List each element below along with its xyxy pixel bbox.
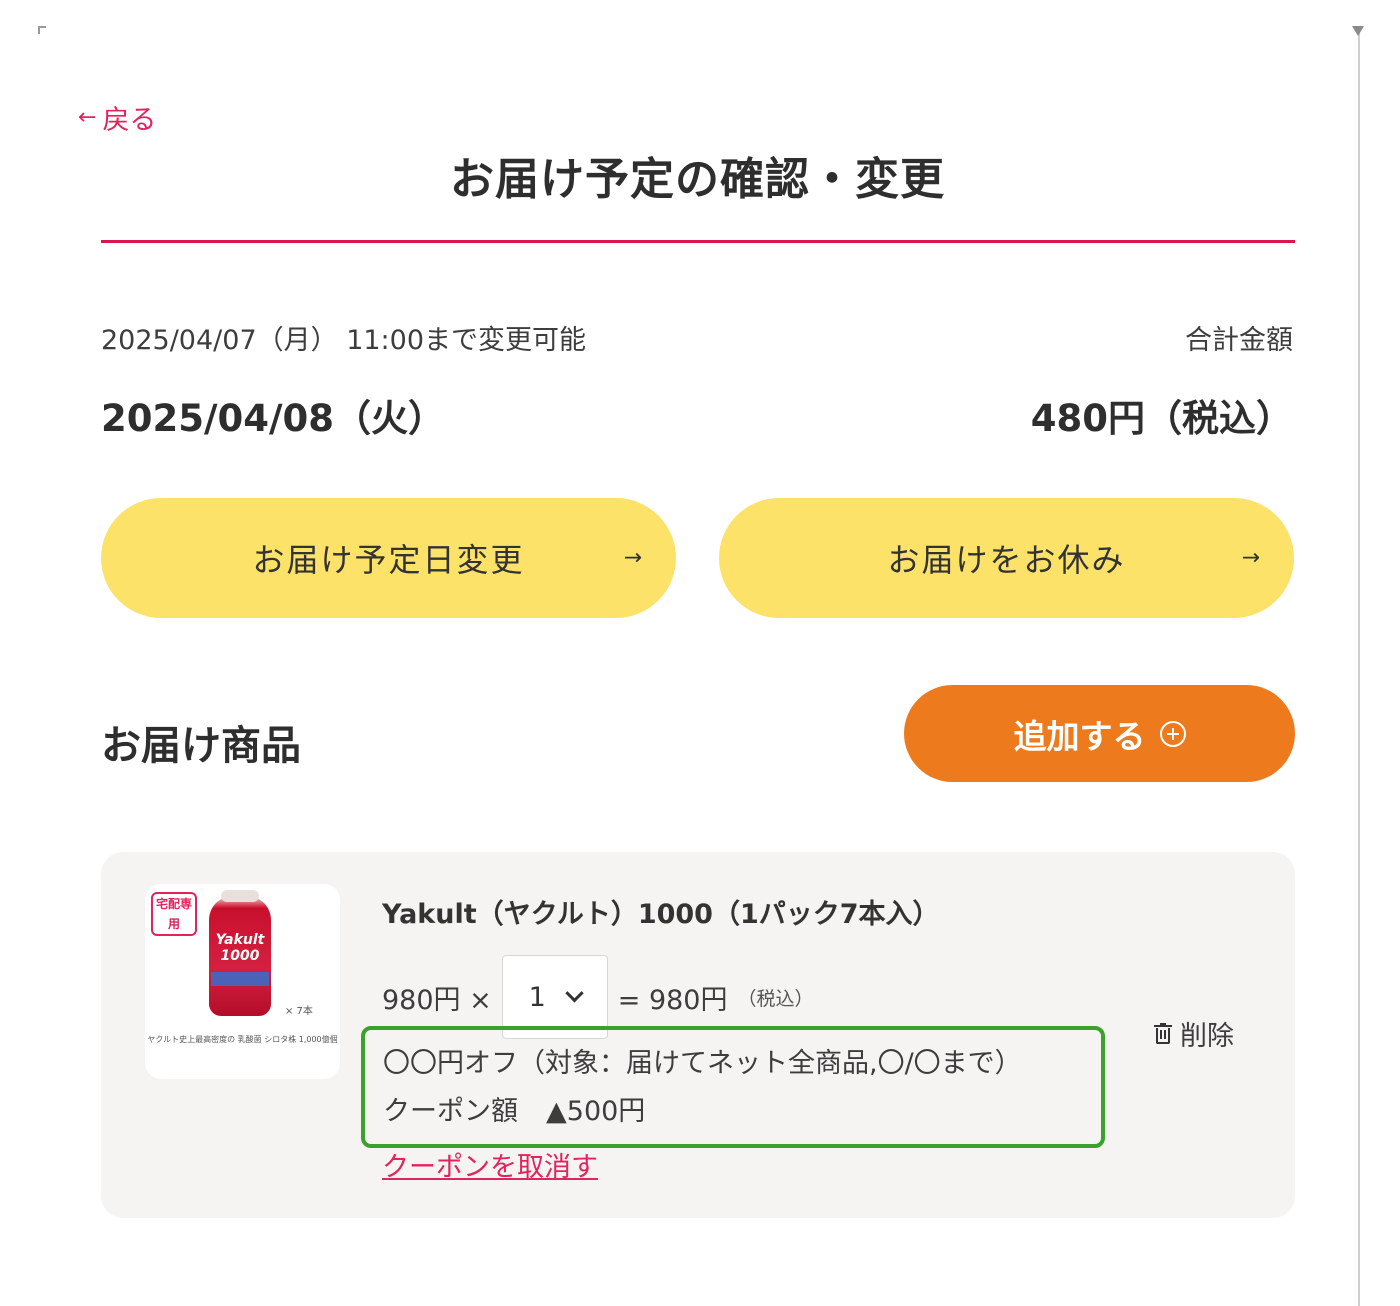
unit-price: 980円 × bbox=[382, 984, 492, 1016]
skip-delivery-label: お届けをお休み bbox=[887, 541, 1126, 579]
back-arrow-icon: ← bbox=[78, 104, 97, 130]
product-name: Yakult（ヤクルト）1000（1パック7本入） bbox=[382, 899, 940, 930]
add-product-button[interactable]: 追加する bbox=[904, 685, 1295, 782]
coupon-amount: ▲500円 bbox=[546, 1096, 646, 1127]
coupon-amount-row: クーポン額 ▲500円 bbox=[383, 1088, 1101, 1136]
change-delivery-date-label: お届け予定日変更 bbox=[252, 541, 525, 579]
coupon-info-box: 〇〇円オフ（対象：届けてネット全商品,〇/〇まで） クーポン額 ▲500円 bbox=[361, 1026, 1105, 1148]
bottle-label: Yakult 1000 bbox=[215, 932, 265, 964]
add-product-label: 追加する bbox=[1013, 716, 1146, 756]
page: ← 戻る お届け予定の確認・変更 2025/04/07（月） 11:00まで変更… bbox=[0, 0, 1400, 1306]
arrow-right-icon: → bbox=[1241, 545, 1260, 571]
delete-button[interactable]: 削除 bbox=[1154, 1014, 1234, 1053]
total-label: 合計金額 bbox=[1185, 325, 1293, 356]
page-title: お届け予定の確認・変更 bbox=[450, 154, 945, 205]
coupon-amount-label: クーポン額 bbox=[383, 1096, 518, 1127]
scrollbar-track[interactable] bbox=[1358, 30, 1360, 1306]
quantity-value: 1 bbox=[528, 981, 546, 1013]
plus-circle-icon bbox=[1159, 720, 1186, 747]
delivery-only-badge: 宅配専用 bbox=[151, 892, 197, 936]
chevron-down-icon bbox=[565, 983, 584, 1002]
pack-count-note: × 7本 bbox=[285, 1006, 313, 1017]
products-section-title: お届け商品 bbox=[101, 723, 301, 769]
change-delivery-date-button[interactable]: お届け予定日変更 → bbox=[101, 498, 676, 618]
delivery-date: 2025/04/08（火） bbox=[101, 397, 445, 440]
bottle-cap bbox=[221, 890, 259, 902]
tax-note: （税込） bbox=[737, 987, 814, 1010]
trash-icon bbox=[1154, 1022, 1172, 1045]
back-link[interactable]: ← 戻る bbox=[78, 98, 156, 137]
back-link-label: 戻る bbox=[102, 105, 157, 136]
arrow-right-icon: → bbox=[623, 545, 642, 571]
product-card: 宅配専用 Yakult 1000 × 7本 ヤクルト史上最高密度の 乳酸菌 シロ… bbox=[101, 852, 1295, 1218]
total-amount: 480円（税込） bbox=[1030, 397, 1293, 440]
delete-label: 削除 bbox=[1180, 1021, 1234, 1052]
change-deadline: 2025/04/07（月） 11:00まで変更可能 bbox=[101, 325, 587, 356]
cancel-coupon-link[interactable]: クーポンを取消す bbox=[382, 1145, 598, 1184]
corner-mark bbox=[38, 26, 46, 34]
coupon-description: 〇〇円オフ（対象：届けてネット全商品,〇/〇まで） bbox=[383, 1048, 1022, 1079]
skip-delivery-button[interactable]: お届けをお休み → bbox=[719, 498, 1294, 618]
product-image: 宅配専用 Yakult 1000 × 7本 ヤクルト史上最高密度の 乳酸菌 シロ… bbox=[145, 884, 340, 1079]
title-divider bbox=[101, 240, 1295, 243]
scrollbar-arrow-icon[interactable] bbox=[1352, 26, 1364, 36]
bottle-band bbox=[211, 972, 269, 986]
image-caption: ヤクルト史上最高密度の 乳酸菌 シロタ株 1,000億個 bbox=[147, 1035, 338, 1044]
subtotal: = 980円 bbox=[617, 984, 728, 1016]
